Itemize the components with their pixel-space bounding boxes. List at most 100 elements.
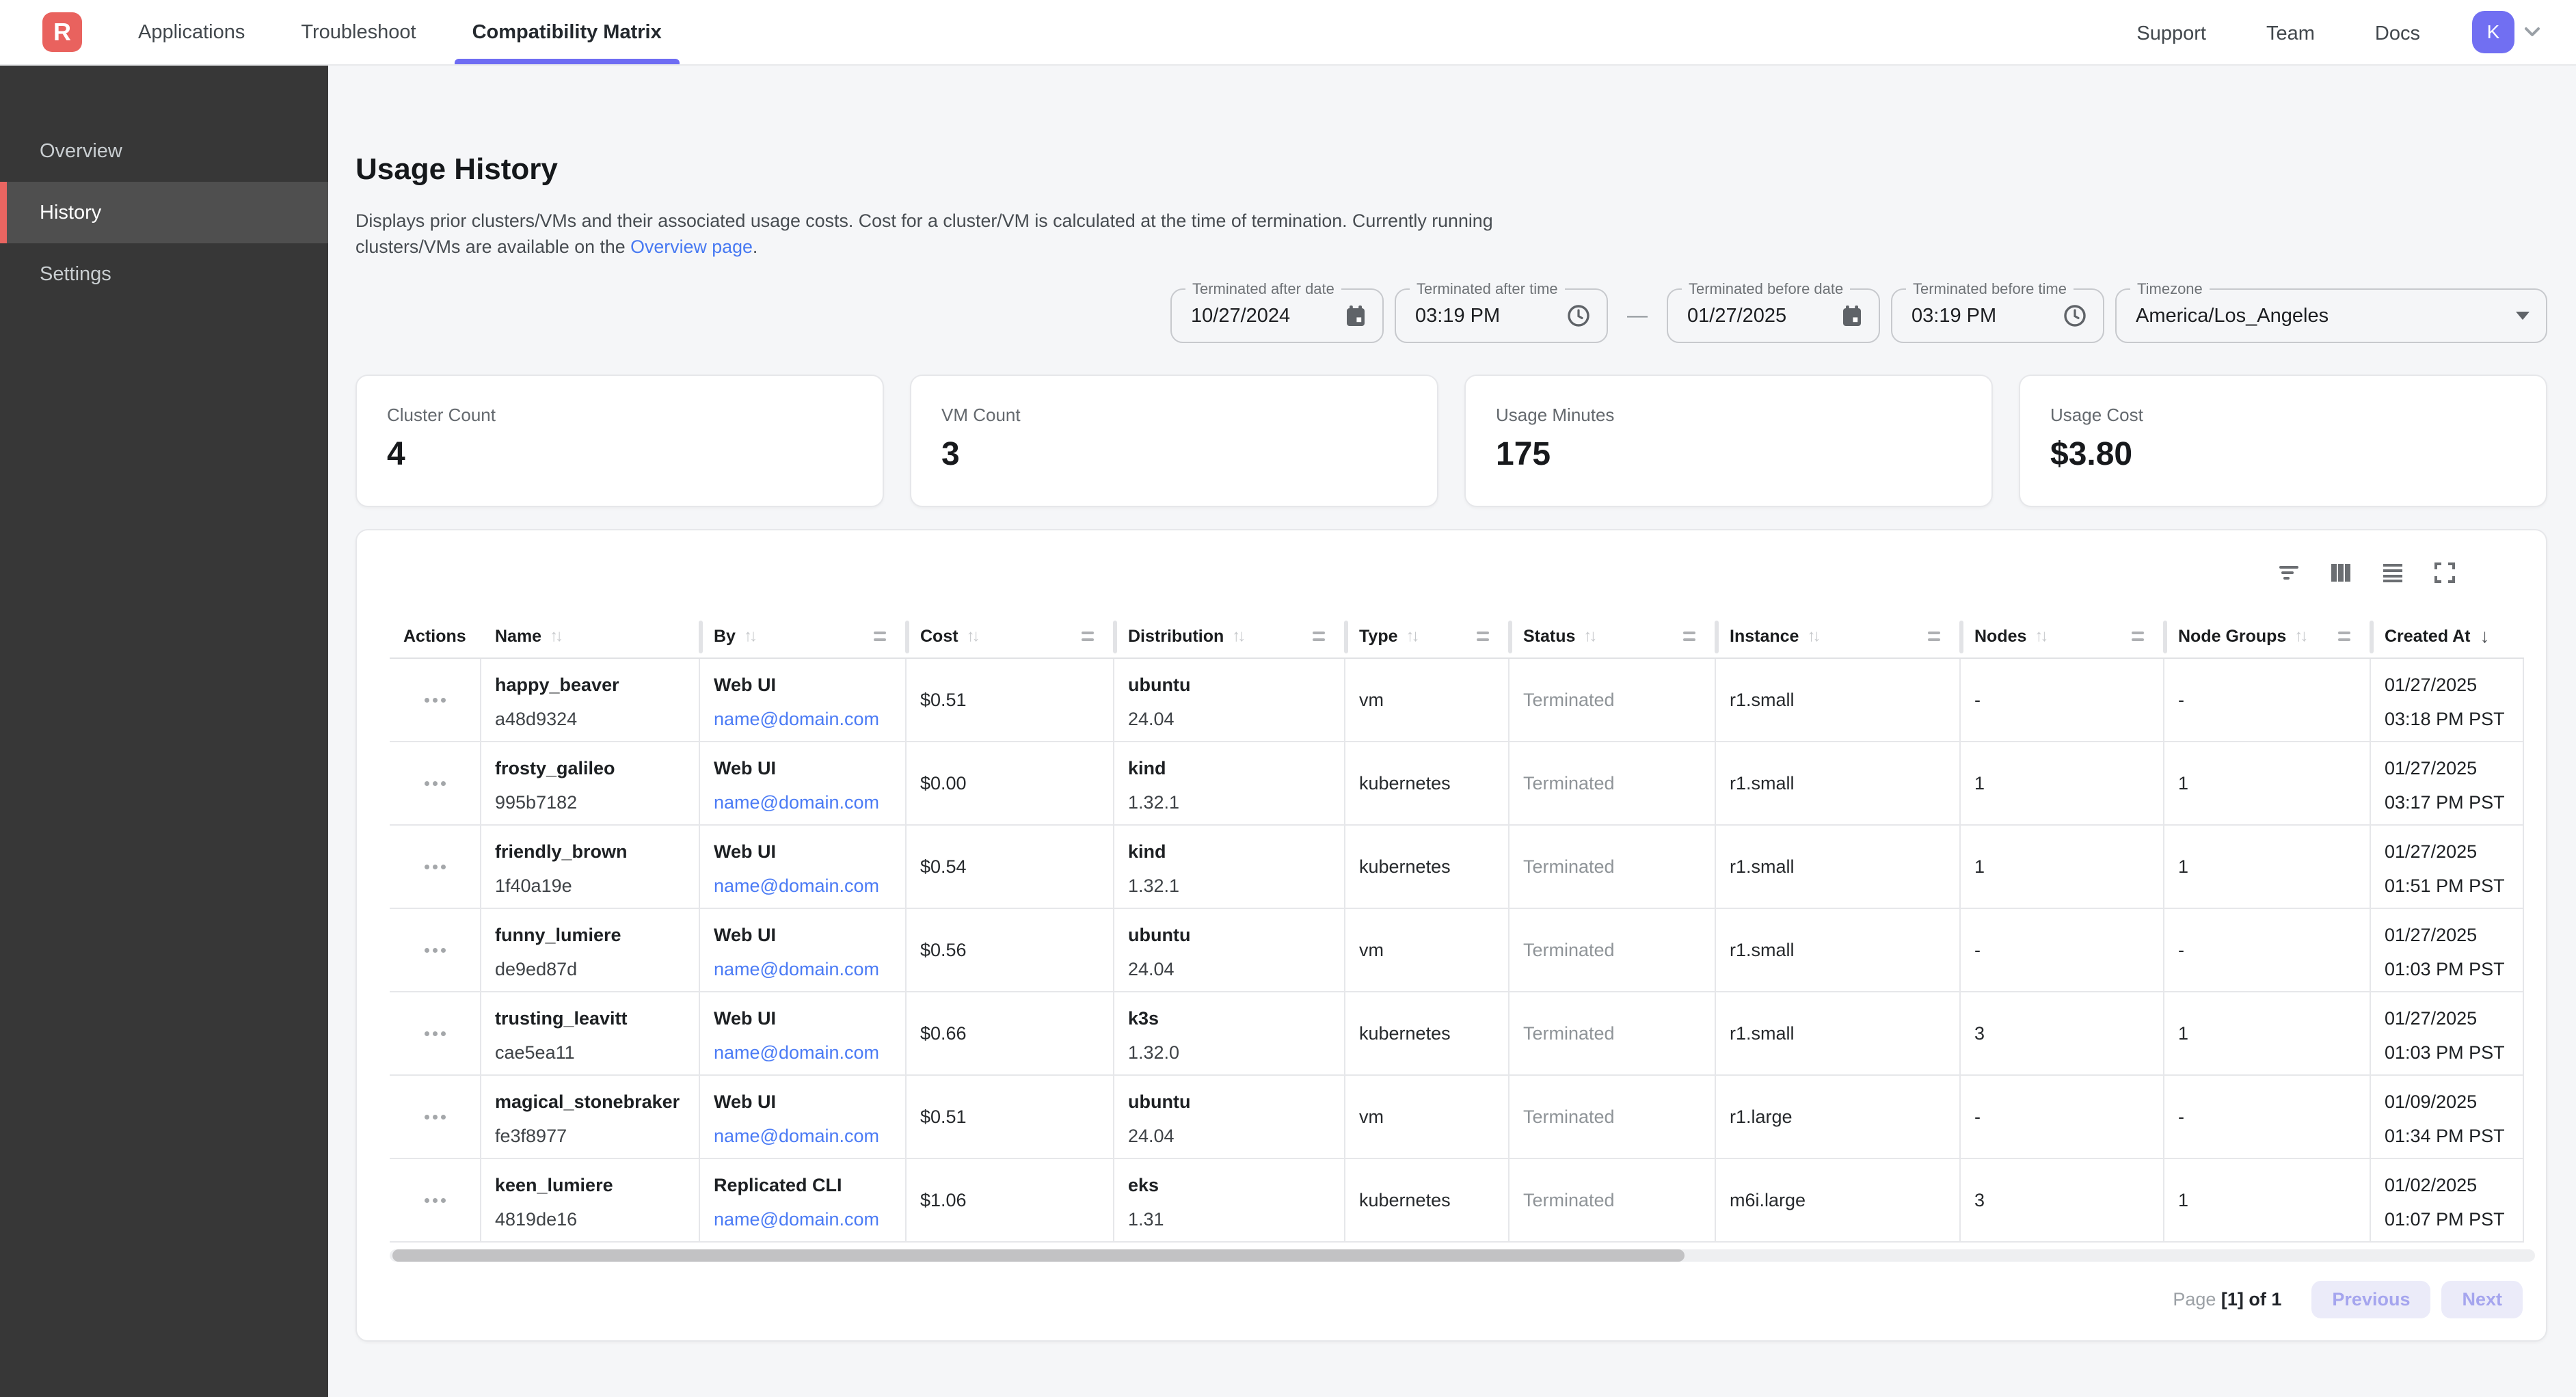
column-header-instance[interactable]: Instance↑↓ — [1716, 615, 1961, 657]
nodes-value: - — [1974, 690, 2149, 711]
column-label: Actions — [403, 627, 466, 647]
created-by-email-link[interactable]: name@domain.com — [714, 707, 891, 731]
terminated-before-time-field[interactable]: Terminated before time03:19 PM — [1891, 288, 2104, 343]
terminated-after-time-field[interactable]: Terminated after time03:19 PM — [1395, 288, 1608, 343]
previous-button[interactable]: Previous — [2311, 1281, 2430, 1318]
nav-tab-troubleshoot[interactable]: Troubleshoot — [301, 0, 416, 64]
cost-value: $0.56 — [920, 940, 1099, 961]
column-header-by[interactable]: By↑↓ — [700, 615, 907, 657]
column-menu-icon[interactable] — [1477, 632, 1489, 641]
next-button[interactable]: Next — [2441, 1281, 2523, 1318]
column-header-cost[interactable]: Cost↑↓ — [907, 615, 1114, 657]
cell-type: kubernetes — [1345, 742, 1510, 824]
terminated-before-date-label: Terminated before date — [1682, 280, 1850, 298]
user-avatar[interactable]: K — [2472, 11, 2514, 53]
created-by-source: Web UI — [714, 673, 891, 697]
columns-icon[interactable] — [2327, 559, 2354, 586]
filters-bar: Terminated after date10/27/2024Terminate… — [1170, 288, 2547, 343]
stat-label: Cluster Count — [387, 405, 853, 426]
cluster-id: 4819de16 — [495, 1207, 685, 1232]
column-menu-icon[interactable] — [1928, 632, 1940, 641]
cell-name: friendly_brown1f40a19e — [481, 826, 700, 908]
cluster-id: de9ed87d — [495, 957, 685, 981]
horizontal-scrollbar-thumb[interactable] — [392, 1249, 1685, 1262]
terminated-before-date-field[interactable]: Terminated before date01/27/2025 — [1667, 288, 1880, 343]
column-menu-icon[interactable] — [1082, 632, 1094, 641]
clock-icon[interactable] — [1567, 304, 1590, 327]
overview-page-link[interactable]: Overview page — [630, 236, 753, 257]
cell-created-at: 01/27/202501:03 PM PST — [2371, 992, 2524, 1074]
distribution-name: ubuntu — [1128, 923, 1330, 947]
column-header-created_at[interactable]: Created At↓ — [2371, 615, 2524, 657]
distribution-name: k3s — [1128, 1006, 1330, 1031]
nav-link-docs[interactable]: Docs — [2375, 23, 2420, 44]
cell-actions — [390, 826, 481, 908]
nav-tab-applications[interactable]: Applications — [138, 0, 245, 64]
fullscreen-icon[interactable] — [2431, 559, 2458, 586]
row-actions-button[interactable] — [419, 859, 451, 875]
row-actions-button[interactable] — [419, 692, 451, 708]
created-date: 01/09/2025 — [2385, 1089, 2509, 1114]
stat-card-vm-count: VM Count3 — [910, 375, 1438, 507]
column-header-name[interactable]: Name↑↓ — [481, 615, 700, 657]
pagination: Page [1] of 1 Previous Next — [357, 1281, 2546, 1318]
calendar-icon[interactable] — [1842, 305, 1862, 327]
sidebar-item-overview[interactable]: Overview — [0, 120, 328, 182]
row-actions-button[interactable] — [419, 1026, 451, 1042]
filter-icon[interactable] — [2275, 559, 2303, 586]
calendar-icon[interactable] — [1345, 305, 1366, 327]
column-header-status[interactable]: Status↑↓ — [1510, 615, 1716, 657]
page-description-line2: clusters/VMs are available on the Overvi… — [355, 234, 2547, 260]
column-header-node_groups[interactable]: Node Groups↑↓ — [2164, 615, 2371, 657]
dropdown-icon[interactable] — [2516, 312, 2530, 320]
column-menu-icon[interactable] — [1683, 632, 1695, 641]
replicated-logo[interactable]: R — [42, 12, 82, 52]
column-header-type[interactable]: Type↑↓ — [1345, 615, 1510, 657]
terminated-before-date-value: 01/27/2025 — [1687, 305, 1828, 327]
created-by-email-link[interactable]: name@domain.com — [714, 1124, 891, 1148]
created-by-email-link[interactable]: name@domain.com — [714, 957, 891, 981]
column-header-nodes[interactable]: Nodes↑↓ — [1961, 615, 2164, 657]
column-menu-icon[interactable] — [2132, 632, 2144, 641]
date-range-dash: — — [1627, 304, 1648, 327]
column-menu-icon[interactable] — [2338, 632, 2350, 641]
nodes-value: 3 — [1974, 1023, 2149, 1044]
cell-status: Terminated — [1510, 992, 1716, 1074]
chevron-down-icon[interactable] — [2524, 27, 2540, 38]
distribution-name: ubuntu — [1128, 1089, 1330, 1114]
column-menu-icon[interactable] — [1313, 632, 1325, 641]
row-actions-button[interactable] — [419, 776, 451, 791]
cell-type: vm — [1345, 659, 1510, 741]
sidebar-item-settings[interactable]: Settings — [0, 243, 328, 305]
row-actions-button[interactable] — [419, 1109, 451, 1125]
horizontal-scrollbar-track[interactable] — [390, 1249, 2535, 1262]
created-by-email-link[interactable]: name@domain.com — [714, 1040, 891, 1065]
active-item-accent — [0, 182, 7, 243]
table-row: trusting_leavittcae5ea11Web UIname@domai… — [390, 992, 2524, 1076]
nav-link-team[interactable]: Team — [2266, 23, 2315, 44]
row-actions-button[interactable] — [419, 1193, 451, 1208]
status-value: Terminated — [1523, 1107, 1701, 1128]
terminated-after-time-label: Terminated after time — [1410, 280, 1565, 298]
type-value: vm — [1359, 1107, 1494, 1128]
cluster-name: funny_lumiere — [495, 923, 685, 947]
row-actions-button[interactable] — [419, 942, 451, 958]
cluster-id: 995b7182 — [495, 790, 685, 815]
created-by-email-link[interactable]: name@domain.com — [714, 790, 891, 815]
clock-icon[interactable] — [2063, 304, 2087, 327]
timezone-field[interactable]: TimezoneAmerica/Los_Angeles — [2115, 288, 2547, 343]
created-by-email-link[interactable]: name@domain.com — [714, 1207, 891, 1232]
column-header-distribution[interactable]: Distribution↑↓ — [1114, 615, 1345, 657]
cell-actions — [390, 992, 481, 1074]
created-by-email-link[interactable]: name@domain.com — [714, 873, 891, 898]
nav-link-support[interactable]: Support — [2136, 23, 2206, 44]
column-label: Created At — [2385, 627, 2471, 647]
density-icon[interactable] — [2379, 559, 2406, 586]
terminated-after-date-field[interactable]: Terminated after date10/27/2024 — [1170, 288, 1384, 343]
nav-tab-compatibility-matrix[interactable]: Compatibility Matrix — [472, 0, 662, 64]
cell-by: Web UI name@domain.com — [700, 659, 907, 741]
column-menu-icon[interactable] — [874, 632, 886, 641]
sidebar-item-history[interactable]: History — [0, 182, 328, 243]
status-value: Terminated — [1523, 773, 1701, 794]
sort-icon: ↑↓ — [967, 627, 978, 646]
